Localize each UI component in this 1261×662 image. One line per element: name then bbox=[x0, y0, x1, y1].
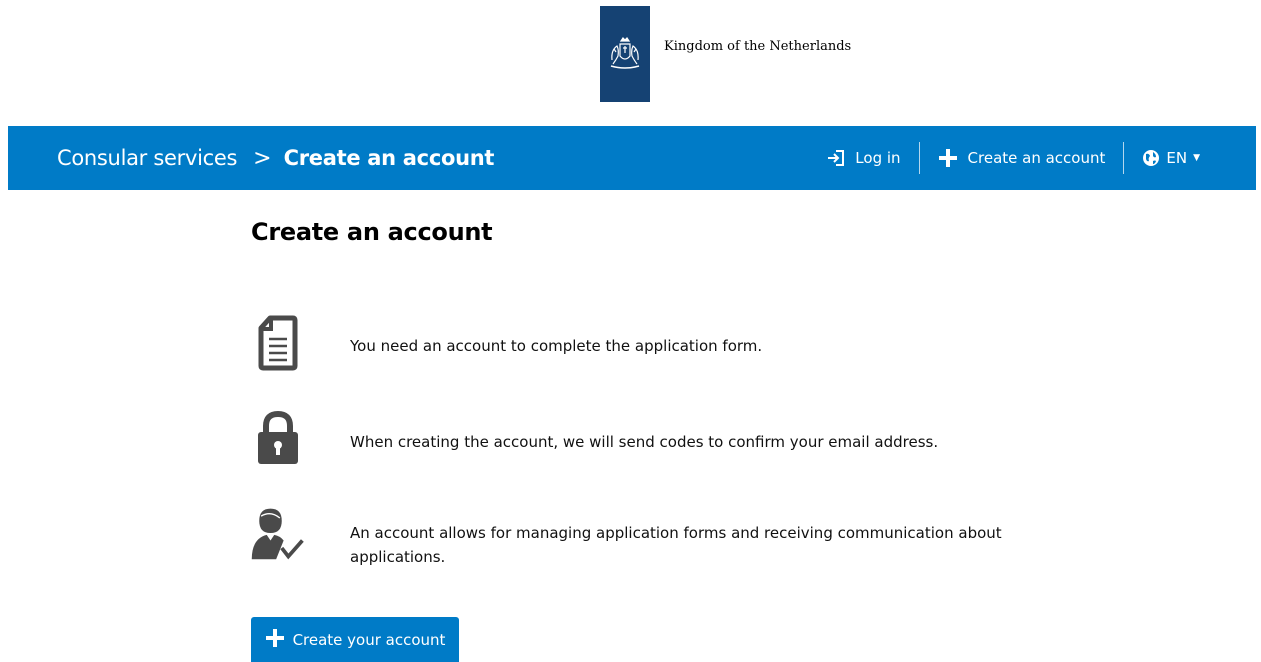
language-selector[interactable]: EN ▼ bbox=[1142, 149, 1200, 167]
globe-icon bbox=[1142, 149, 1166, 167]
info-text: You need an account to complete the appl… bbox=[350, 337, 763, 355]
plus-icon bbox=[938, 148, 968, 168]
login-icon bbox=[827, 150, 855, 166]
page-title: Create an account bbox=[251, 218, 493, 246]
login-label: Log in bbox=[855, 149, 901, 167]
user-check-icon bbox=[248, 503, 308, 563]
breadcrumb: Consular services > Create an account bbox=[57, 126, 494, 190]
document-icon bbox=[248, 315, 308, 371]
login-link[interactable]: Log in bbox=[827, 149, 901, 167]
create-account-label: Create an account bbox=[967, 149, 1106, 167]
plus-icon bbox=[265, 628, 293, 652]
top-navbar: Consular services > Create an account Lo… bbox=[8, 126, 1256, 190]
breadcrumb-current: Create an account bbox=[283, 146, 495, 170]
breadcrumb-home-link[interactable]: Consular services bbox=[57, 146, 237, 170]
chevron-down-icon: ▼ bbox=[1193, 153, 1200, 163]
info-row-manage-applications: An account allows for managing applicati… bbox=[248, 503, 1010, 569]
language-label: EN bbox=[1166, 149, 1188, 167]
nav-divider bbox=[918, 142, 920, 174]
nav-divider bbox=[1123, 142, 1125, 174]
lock-icon bbox=[248, 410, 308, 466]
info-row-email-codes: When creating the account, we will send … bbox=[248, 410, 1010, 466]
coat-of-arms-icon bbox=[600, 6, 650, 102]
info-text: When creating the account, we will send … bbox=[350, 433, 939, 451]
create-your-account-label: Create your account bbox=[292, 630, 446, 649]
info-row-account-required: You need an account to complete the appl… bbox=[248, 315, 1010, 371]
breadcrumb-separator: > bbox=[253, 145, 272, 171]
create-account-link[interactable]: Create an account bbox=[938, 148, 1106, 168]
info-text: An account allows for managing applicati… bbox=[350, 524, 1002, 566]
logo: Kingdom of the Netherlands bbox=[600, 6, 851, 102]
create-your-account-button[interactable]: Create your account bbox=[251, 617, 459, 662]
org-name: Kingdom of the Netherlands bbox=[664, 38, 852, 54]
